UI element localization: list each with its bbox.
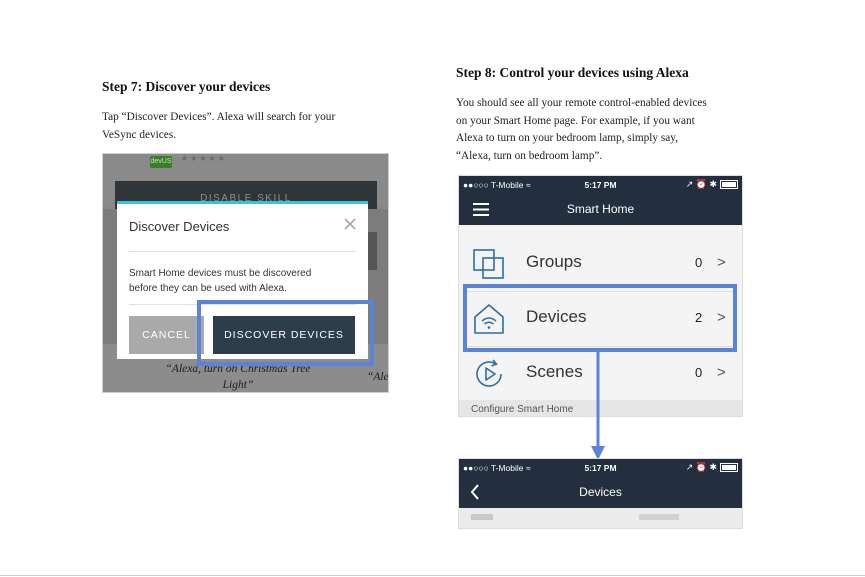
- cancel-button[interactable]: CANCEL: [129, 316, 204, 354]
- page-bottom-rule: [0, 575, 865, 576]
- status-indicators: ↗ ⏰ ✱: [685, 462, 717, 472]
- step8-body: You should see all your remote control-e…: [456, 95, 707, 165]
- list-item-count: 0: [695, 255, 703, 270]
- chevron-right-icon: >: [717, 254, 726, 271]
- dialog-message-line: before they can be used with Alexa.: [129, 283, 287, 294]
- step8-body-line: Alexa to turn on your bedroom lamp, simp…: [456, 132, 679, 144]
- highlight-box: [197, 300, 374, 366]
- groups-icon: [473, 249, 504, 279]
- step8-body-line: “Alexa, turn on bedroom lamp”.: [456, 149, 603, 162]
- example-quote-line: Light”: [222, 379, 254, 391]
- step7-body-line: Tap “Discover Devices”. Alexa will searc…: [102, 111, 336, 123]
- arrow-down-icon: [591, 350, 605, 460]
- nav-bar: Devices: [459, 477, 742, 508]
- step7-heading: Step 7: Discover your devices: [102, 79, 271, 94]
- list-item-groups[interactable]: Groups 0 >: [459, 237, 742, 291]
- status-icons: ↗ ⏰ ✱: [686, 462, 738, 473]
- highlight-box: [463, 284, 737, 352]
- rating-stars: ★★★★★: [181, 154, 227, 163]
- dev-badge: devUS: [150, 156, 172, 168]
- battery-icon: [720, 180, 738, 190]
- list-item-placeholder: [639, 514, 679, 520]
- page-title: Smart Home: [566, 202, 635, 216]
- list-item-label: Groups: [526, 252, 582, 271]
- list-item-placeholder: [471, 514, 493, 520]
- close-icon[interactable]: [342, 216, 358, 232]
- step7-body: Tap “Discover Devices”. Alexa will searc…: [102, 109, 335, 144]
- list-item-count: 0: [695, 365, 703, 380]
- dialog-message: Smart Home devices must be discovered be…: [129, 266, 311, 296]
- section-label: Configure Smart Home: [471, 404, 574, 415]
- nav-bar: Smart Home: [459, 194, 742, 225]
- dialog-divider: [129, 251, 356, 252]
- example-quote-partial: “Ale: [367, 371, 389, 383]
- status-icons: ↗ ⏰ ✱: [686, 179, 738, 190]
- list-item[interactable]: [459, 508, 742, 528]
- step7-screenshot: devUS ★★★★★ DISABLE SKILL “Alexa, turn o…: [102, 153, 389, 393]
- step7-body-line: VeSync devices.: [102, 128, 177, 141]
- step8-heading: Step 8: Control your devices using Alexa: [456, 65, 689, 80]
- list-item-label: Scenes: [526, 362, 583, 381]
- devices-screenshot: ●●○○○ T-Mobile ≈ 5:17 PM ↗ ⏰ ✱ Devices: [458, 458, 743, 529]
- status-bar: ●●○○○ T-Mobile ≈ 5:17 PM ↗ ⏰ ✱: [459, 176, 742, 194]
- dialog-title: Discover Devices: [129, 219, 230, 234]
- status-bar: ●●○○○ T-Mobile ≈ 5:17 PM ↗ ⏰ ✱: [459, 459, 742, 477]
- chevron-right-icon: >: [717, 364, 726, 381]
- scenes-icon: [476, 359, 502, 387]
- dialog-message-line: Smart Home devices must be discovered: [129, 268, 312, 279]
- step8-body-line: You should see all your remote control-e…: [456, 97, 707, 109]
- step8-body-line: on your Smart Home page. For example, if…: [456, 114, 695, 127]
- battery-icon: [720, 463, 738, 473]
- status-indicators: ↗ ⏰ ✱: [685, 179, 717, 189]
- page-title: Devices: [579, 485, 622, 499]
